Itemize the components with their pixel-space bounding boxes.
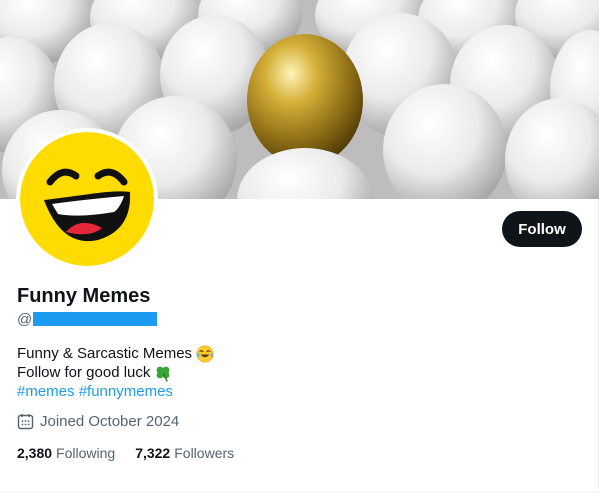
bio-line-1: Funny & Sarcastic Memes bbox=[17, 344, 214, 363]
followers-link[interactable]: 7,322 Followers bbox=[135, 445, 234, 461]
four-leaf-clover-icon bbox=[154, 364, 172, 382]
avatar-frame[interactable] bbox=[16, 128, 158, 270]
profile-bio: Funny & Sarcastic Memes Follow for good … bbox=[17, 344, 214, 401]
following-count: 2,380 bbox=[17, 445, 53, 461]
avatar[interactable] bbox=[20, 132, 154, 266]
hashtag-link-memes[interactable]: #memes bbox=[17, 382, 75, 401]
face-with-tears-of-joy-icon bbox=[196, 345, 214, 363]
bio-line-2-text: Follow for good luck bbox=[17, 364, 151, 381]
hashtag-link-funnymemes[interactable]: #funnymemes bbox=[79, 382, 173, 401]
joined-date-text: Joined October 2024 bbox=[40, 413, 180, 430]
golden-egg bbox=[247, 34, 363, 166]
following-link[interactable]: 2,380 Following bbox=[17, 445, 115, 461]
laughing-face-icon bbox=[20, 132, 154, 266]
handle-prefix: @ bbox=[17, 310, 33, 328]
follow-button[interactable]: Follow bbox=[502, 211, 582, 247]
bio-line-2: Follow for good luck bbox=[17, 363, 214, 382]
profile-card: Follow Funny Memes @ Funny & Sarcastic M… bbox=[0, 0, 599, 493]
profile-handle: @ bbox=[17, 310, 158, 328]
calendar-icon bbox=[17, 414, 34, 430]
following-label: Following bbox=[56, 445, 116, 461]
follow-stats: 2,380 Following 7,322 Followers bbox=[17, 445, 254, 461]
handle-redaction bbox=[33, 312, 158, 326]
bio-hashtags: #memes #funnymemes bbox=[17, 382, 214, 401]
bio-line-1-text: Funny & Sarcastic Memes bbox=[17, 345, 193, 362]
joined-date-row: Joined October 2024 bbox=[17, 413, 179, 430]
profile-name: Funny Memes bbox=[17, 285, 151, 307]
followers-count: 7,322 bbox=[135, 445, 171, 461]
followers-label: Followers bbox=[174, 445, 235, 461]
